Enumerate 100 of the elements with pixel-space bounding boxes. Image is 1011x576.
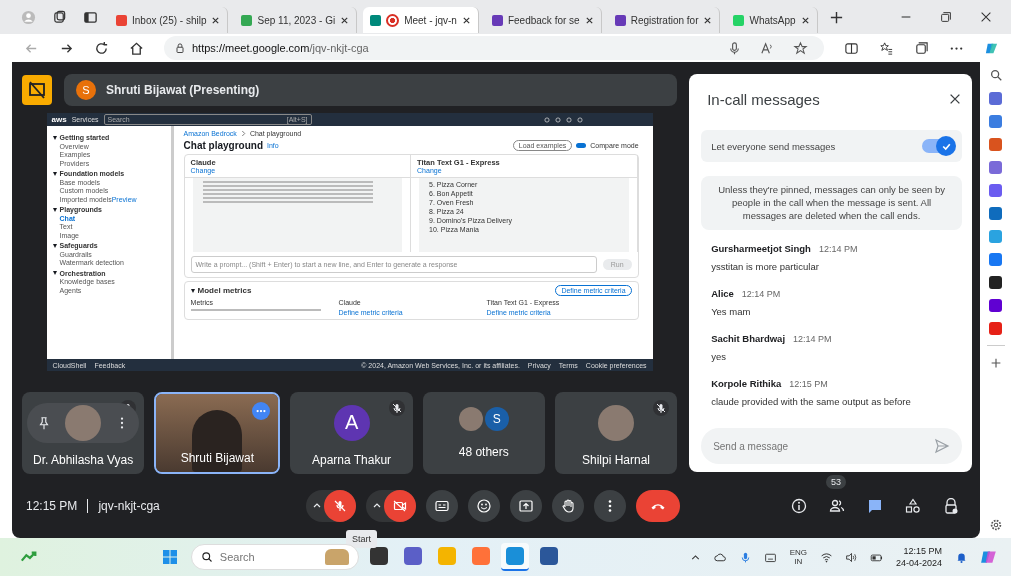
settings-icon[interactable]: [988, 518, 1003, 532]
present-button[interactable]: [510, 490, 542, 522]
close-icon[interactable]: [979, 10, 993, 24]
new-tab-icon[interactable]: [828, 9, 844, 25]
collapse-icon[interactable]: [52, 171, 57, 176]
panel-title: In-call messages: [707, 90, 820, 108]
lock-icon: [174, 42, 186, 54]
toggle-switch[interactable]: [576, 143, 587, 148]
favicon-icon: [491, 14, 503, 26]
search-icon[interactable]: [988, 68, 1003, 82]
bell-icon[interactable]: [955, 550, 968, 564]
browser-tab[interactable]: Registration for: [607, 7, 721, 33]
hand-icon: [560, 498, 576, 514]
address-field[interactable]: https://meet.google.com/jqv-nkjt-cga: [164, 36, 824, 60]
close-icon[interactable]: [340, 15, 350, 25]
speaking-indicator-icon: [252, 402, 271, 420]
home-icon[interactable]: [129, 40, 144, 56]
participant-name: Shilpi Harnal: [581, 453, 650, 467]
browser-tab[interactable]: Sep 11, 2023 - Gi: [234, 7, 358, 33]
more-button[interactable]: [594, 490, 626, 522]
browser-tab[interactable]: Inbox (25) - shilp: [109, 7, 229, 33]
close-icon[interactable]: [211, 15, 221, 25]
collapse-icon[interactable]: [190, 288, 195, 293]
sidebar-app-icon[interactable]: [989, 299, 1002, 312]
cloud-icon[interactable]: [713, 550, 727, 564]
message-time: 12:14 PM: [793, 334, 832, 345]
language-indicator[interactable]: ENG IN: [789, 548, 807, 566]
participant-tile[interactable]: S 48 others: [422, 392, 545, 474]
collapse-icon[interactable]: [52, 207, 57, 212]
clock-text: 12:15 PM: [26, 499, 78, 513]
captions-button[interactable]: [426, 490, 458, 522]
start-icon[interactable]: [160, 549, 179, 565]
participant-count-badge: 53: [826, 475, 846, 489]
browser-tab[interactable]: Meet - jqv-n: [363, 7, 479, 33]
emoji-button[interactable]: [468, 490, 500, 522]
participant-name: Dr. Abhilasha Vyas: [32, 453, 134, 467]
participant-tile[interactable]: Dr. Abhilasha Vyas: [22, 392, 145, 474]
collapse-icon[interactable]: [52, 135, 57, 140]
close-icon[interactable]: [800, 15, 810, 25]
stop-presenting-icon[interactable]: [22, 75, 52, 105]
microphone-icon[interactable]: [727, 40, 742, 56]
camera-button[interactable]: [384, 490, 416, 522]
collapse-icon[interactable]: [52, 271, 57, 275]
star-icon[interactable]: [793, 40, 808, 56]
presenter-name: Shruti Bijawat (Presenting): [106, 83, 260, 97]
collections-icon[interactable]: [914, 40, 929, 56]
workspaces-icon[interactable]: [52, 9, 67, 25]
search-field[interactable]: Search: [190, 544, 359, 570]
message-text: claude provided with the same output as before: [711, 396, 912, 408]
message-text: Yes mam: [711, 306, 752, 318]
chevron-right-icon: [240, 130, 246, 137]
favicon-icon: [116, 14, 127, 26]
volume-icon[interactable]: [844, 550, 858, 564]
hand-button[interactable]: [552, 490, 584, 522]
reload-icon[interactable]: [94, 40, 109, 56]
participant-tile[interactable]: A Aparna Thakur: [290, 392, 413, 474]
message-text: ysstitan is more particular: [711, 261, 820, 273]
close-icon[interactable]: [584, 15, 594, 25]
message-field[interactable]: Send a message: [701, 428, 962, 464]
close-icon[interactable]: [948, 92, 962, 106]
info-icon: [791, 498, 807, 514]
avatar-icon: S: [484, 406, 509, 431]
copilot-icon[interactable]: [980, 548, 998, 566]
present-screen-icon: [518, 498, 534, 514]
sender-name: Alice: [711, 288, 734, 300]
sender-name: Sachit Bhardwaj: [711, 333, 786, 345]
search-icon: [200, 551, 213, 563]
restore-icon[interactable]: [939, 10, 953, 24]
favorites-icon[interactable]: [879, 40, 894, 56]
meeting-code: jqv-nkjt-cga: [98, 499, 160, 513]
collapse-icon[interactable]: [52, 243, 57, 248]
photo-placeholder: [598, 404, 634, 441]
camera-off-icon: [392, 498, 408, 514]
read-aloud-icon[interactable]: [760, 40, 775, 56]
favicon-icon: [370, 14, 382, 26]
section-title: Model metrics: [197, 286, 252, 295]
participant-tile[interactable]: Shruti Bijawat: [154, 392, 281, 474]
edge-app-icon[interactable]: [500, 543, 529, 571]
participant-name: Aparna Thakur: [311, 453, 392, 467]
browser-tab[interactable]: WhatsApp: [726, 7, 818, 33]
favicon-icon: [241, 14, 253, 26]
participant-name: 48 others: [458, 445, 509, 459]
split-screen-icon[interactable]: [844, 40, 859, 56]
system-clock[interactable]: 12:15 PM 24-04-2024: [895, 546, 942, 568]
photo-placeholder: [65, 404, 102, 441]
close-icon[interactable]: [703, 15, 713, 25]
sidebar-app-icon[interactable]: [989, 276, 1002, 289]
page-title: Chat playground: [183, 140, 263, 151]
wifi-icon[interactable]: [819, 550, 833, 564]
browser-tab[interactable]: Feedback for se: [484, 7, 602, 33]
message-text: yes: [711, 351, 727, 363]
avatar-icon: A: [333, 404, 370, 441]
setting-label: Let everyone send messages: [711, 140, 836, 152]
tab-actions-icon[interactable]: [83, 9, 98, 25]
leave-button[interactable]: [636, 490, 680, 522]
microphone-button[interactable]: [324, 490, 356, 522]
sender-name: Gursharmeetjot Singh: [711, 243, 811, 255]
photo-placeholder: [458, 406, 483, 431]
participant-tile[interactable]: Shilpi Harnal: [554, 392, 678, 474]
close-icon[interactable]: [461, 15, 471, 25]
